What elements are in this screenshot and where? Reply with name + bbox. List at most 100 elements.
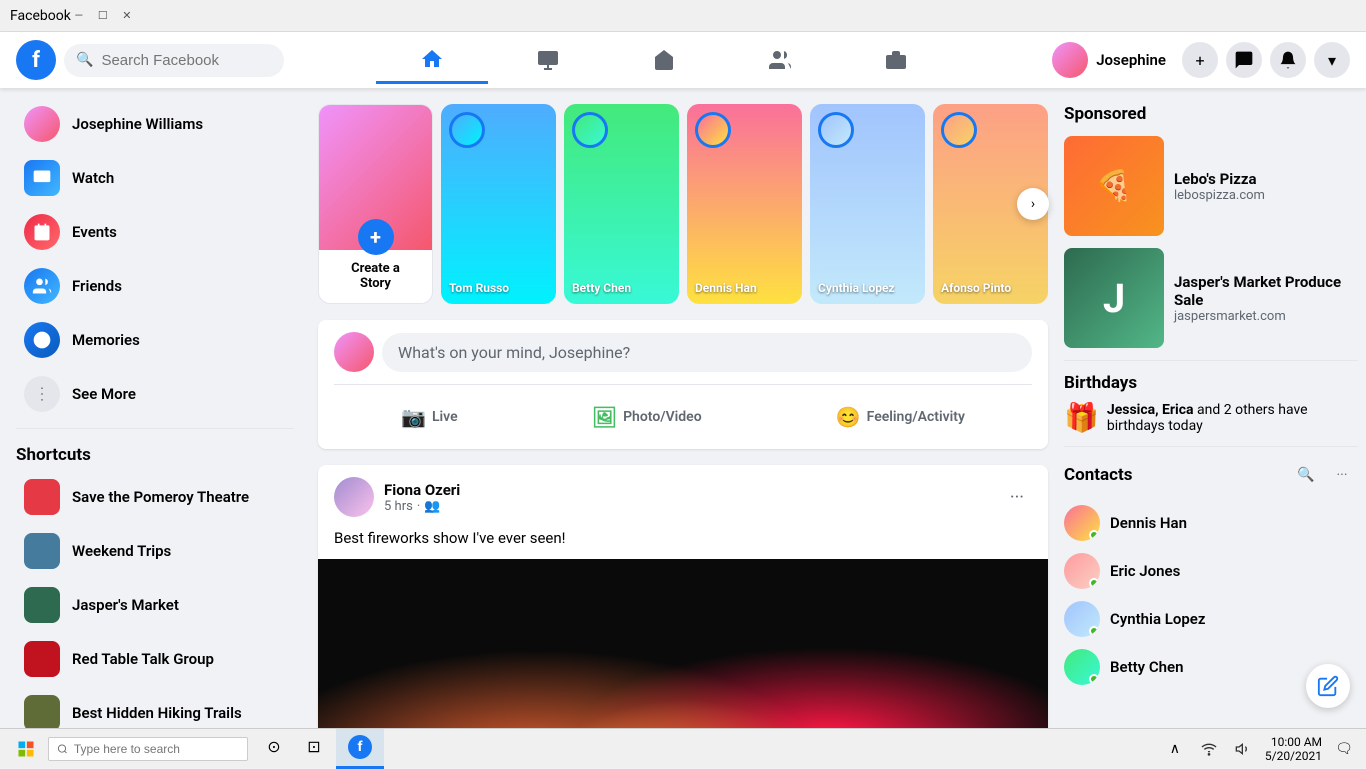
sidebar-item-events-label: Events [72,223,117,241]
post-options-button[interactable]: ··· [1002,483,1032,512]
contacts-search-button[interactable]: 🔍 [1290,459,1322,491]
post-audience-icon: 👥 [424,499,440,514]
contact-item-dennis[interactable]: Dennis Han [1064,499,1358,547]
search-bar[interactable]: 🔍 [64,44,284,77]
titlebar-title: Facebook [10,8,71,24]
contact-name-eric: Eric Jones [1110,562,1180,580]
notifications-button[interactable] [1270,42,1306,78]
sidebar-item-jaspers-market[interactable]: Jasper's Market [8,579,302,631]
create-story-card[interactable]: + Create aStory [318,104,433,304]
minimize-button[interactable]: — [71,8,87,24]
nav-right: Josephine + ▾ [1044,38,1350,82]
story-card-cynthia[interactable]: Cynthia Lopez [810,104,925,304]
story-card-dennis[interactable]: Dennis Han [687,104,802,304]
taskbar-search-input[interactable] [74,742,239,756]
taskbar-notifications-icon[interactable]: 🗨 [1330,735,1358,763]
sidebar-item-weekend-trips[interactable]: Weekend Trips [8,525,302,577]
messenger-button[interactable] [1226,42,1262,78]
sidebar-item-memories[interactable]: Memories [8,314,302,366]
sidebar-item-hiking[interactable]: Best Hidden Hiking Trails [8,687,302,728]
save-pomeroy-icon [24,479,60,515]
contact-online-cynthia [1089,626,1099,636]
birthday-text: Jessica, Erica and 2 others have birthda… [1107,402,1358,434]
composer-live-button[interactable]: 📷 Live [385,397,474,437]
birthday-item: 🎁 Jessica, Erica and 2 others have birth… [1064,401,1358,434]
sidebar-item-jaspers-label: Jasper's Market [72,596,179,614]
new-message-button[interactable] [1306,664,1350,708]
close-button[interactable]: ✕ [119,8,135,24]
left-sidebar: Josephine Williams Watch Events Friends [0,88,310,728]
sidebar-item-watch[interactable]: Watch [8,152,302,204]
composer-photo-button[interactable]: 🖼 Photo/Video [576,397,718,437]
nav-groups-button[interactable] [724,36,836,84]
sidebar-item-hiking-label: Best Hidden Hiking Trails [72,704,242,722]
ad-item-jaspers[interactable]: J Jasper's Market Produce Sale jaspersma… [1064,248,1358,348]
events-icon [24,214,60,250]
start-button[interactable] [8,731,44,767]
sidebar-item-see-more[interactable]: See More [8,368,302,420]
sidebar-divider-1 [16,428,294,429]
memories-icon [24,322,60,358]
maximize-button[interactable]: ☐ [95,8,111,24]
story-avatar-afonso [941,112,977,148]
ad-url-jaspers: jaspersmarket.com [1174,309,1358,324]
story-card-betty[interactable]: Betty Chen [564,104,679,304]
taskbar-task-view[interactable]: ⊡ [296,729,332,765]
red-table-icon [24,641,60,677]
birthdays-section: Birthdays 🎁 Jessica, Erica and 2 others … [1064,373,1358,434]
composer-input[interactable]: What's on your mind, Josephine? [382,333,1032,372]
sidebar-item-friends[interactable]: Friends [8,260,302,312]
contacts-more-button[interactable]: ··· [1326,459,1358,491]
taskbar-wifi-icon[interactable] [1195,735,1223,763]
sidebar-item-events[interactable]: Events [8,206,302,258]
taskbar-clock[interactable]: 10:00 AM 5/20/2021 [1265,735,1322,763]
stories-next-button[interactable]: › [1017,188,1049,220]
composer-photo-label: Photo/Video [623,409,702,425]
user-profile-button[interactable]: Josephine [1044,38,1174,82]
story-avatar-cynthia [818,112,854,148]
post-separator: · [417,499,420,514]
fireworks-image [318,559,1048,728]
composer-top: What's on your mind, Josephine? [334,332,1032,372]
ad-item-lebos[interactable]: 🍕 Lebo's Pizza lebospizza.com [1064,136,1358,236]
story-avatar-dennis [695,112,731,148]
stories-section: + Create aStory Tom Russo Betty Chen [318,104,1048,304]
nav-gaming-button[interactable] [840,36,952,84]
nav-home-button[interactable] [376,36,488,84]
story-card-tom[interactable]: Tom Russo [441,104,556,304]
contact-online-dennis [1089,530,1099,540]
search-input[interactable] [101,52,272,69]
taskbar-up-icon[interactable]: ∧ [1161,735,1189,763]
ad-image-lebos: 🍕 [1064,136,1164,236]
sidebar-item-red-table[interactable]: Red Table Talk Group [8,633,302,685]
top-navigation: f 🔍 Josephine + ▾ [0,32,1366,88]
composer-avatar [334,332,374,372]
taskbar-search-icon[interactable]: ⊙ [256,729,292,765]
contact-online-eric [1089,578,1099,588]
taskbar-facebook-app[interactable]: f [336,729,384,769]
create-story-label: Create aStory [351,261,400,291]
ad-name-lebos: Lebo's Pizza [1174,170,1265,188]
photo-icon: 🖼 [592,405,617,429]
composer-feeling-button[interactable]: 😊 Feeling/Activity [820,397,981,437]
contact-item-cynthia[interactable]: Cynthia Lopez [1064,595,1358,643]
taskbar-time: 10:00 AM [1265,735,1322,749]
sidebar-item-save-pomeroy[interactable]: Save the Pomeroy Theatre [8,471,302,523]
taskbar: ⊙ ⊡ f ∧ 10:00 AM 5/20/2021 🗨 [0,728,1366,768]
taskbar-volume-icon[interactable] [1229,735,1257,763]
post-header: Fiona Ozeri 5 hrs · 👥 ··· [318,465,1048,529]
user-avatar [1052,42,1088,78]
post-author-name[interactable]: Fiona Ozeri [384,481,460,499]
sidebar-item-user[interactable]: Josephine Williams [8,98,302,150]
feeling-icon: 😊 [836,405,861,429]
nav-marketplace-button[interactable] [608,36,720,84]
sidebar-item-save-pomeroy-label: Save the Pomeroy Theatre [72,488,249,506]
nav-watch-button[interactable] [492,36,604,84]
taskbar-search-bar[interactable] [48,737,248,761]
add-button[interactable]: + [1182,42,1218,78]
shortcuts-section-title: Shortcuts [0,437,310,469]
story-avatar-betty [572,112,608,148]
contact-item-eric[interactable]: Eric Jones [1064,547,1358,595]
menu-button[interactable]: ▾ [1314,42,1350,78]
facebook-logo[interactable]: f [16,40,56,80]
